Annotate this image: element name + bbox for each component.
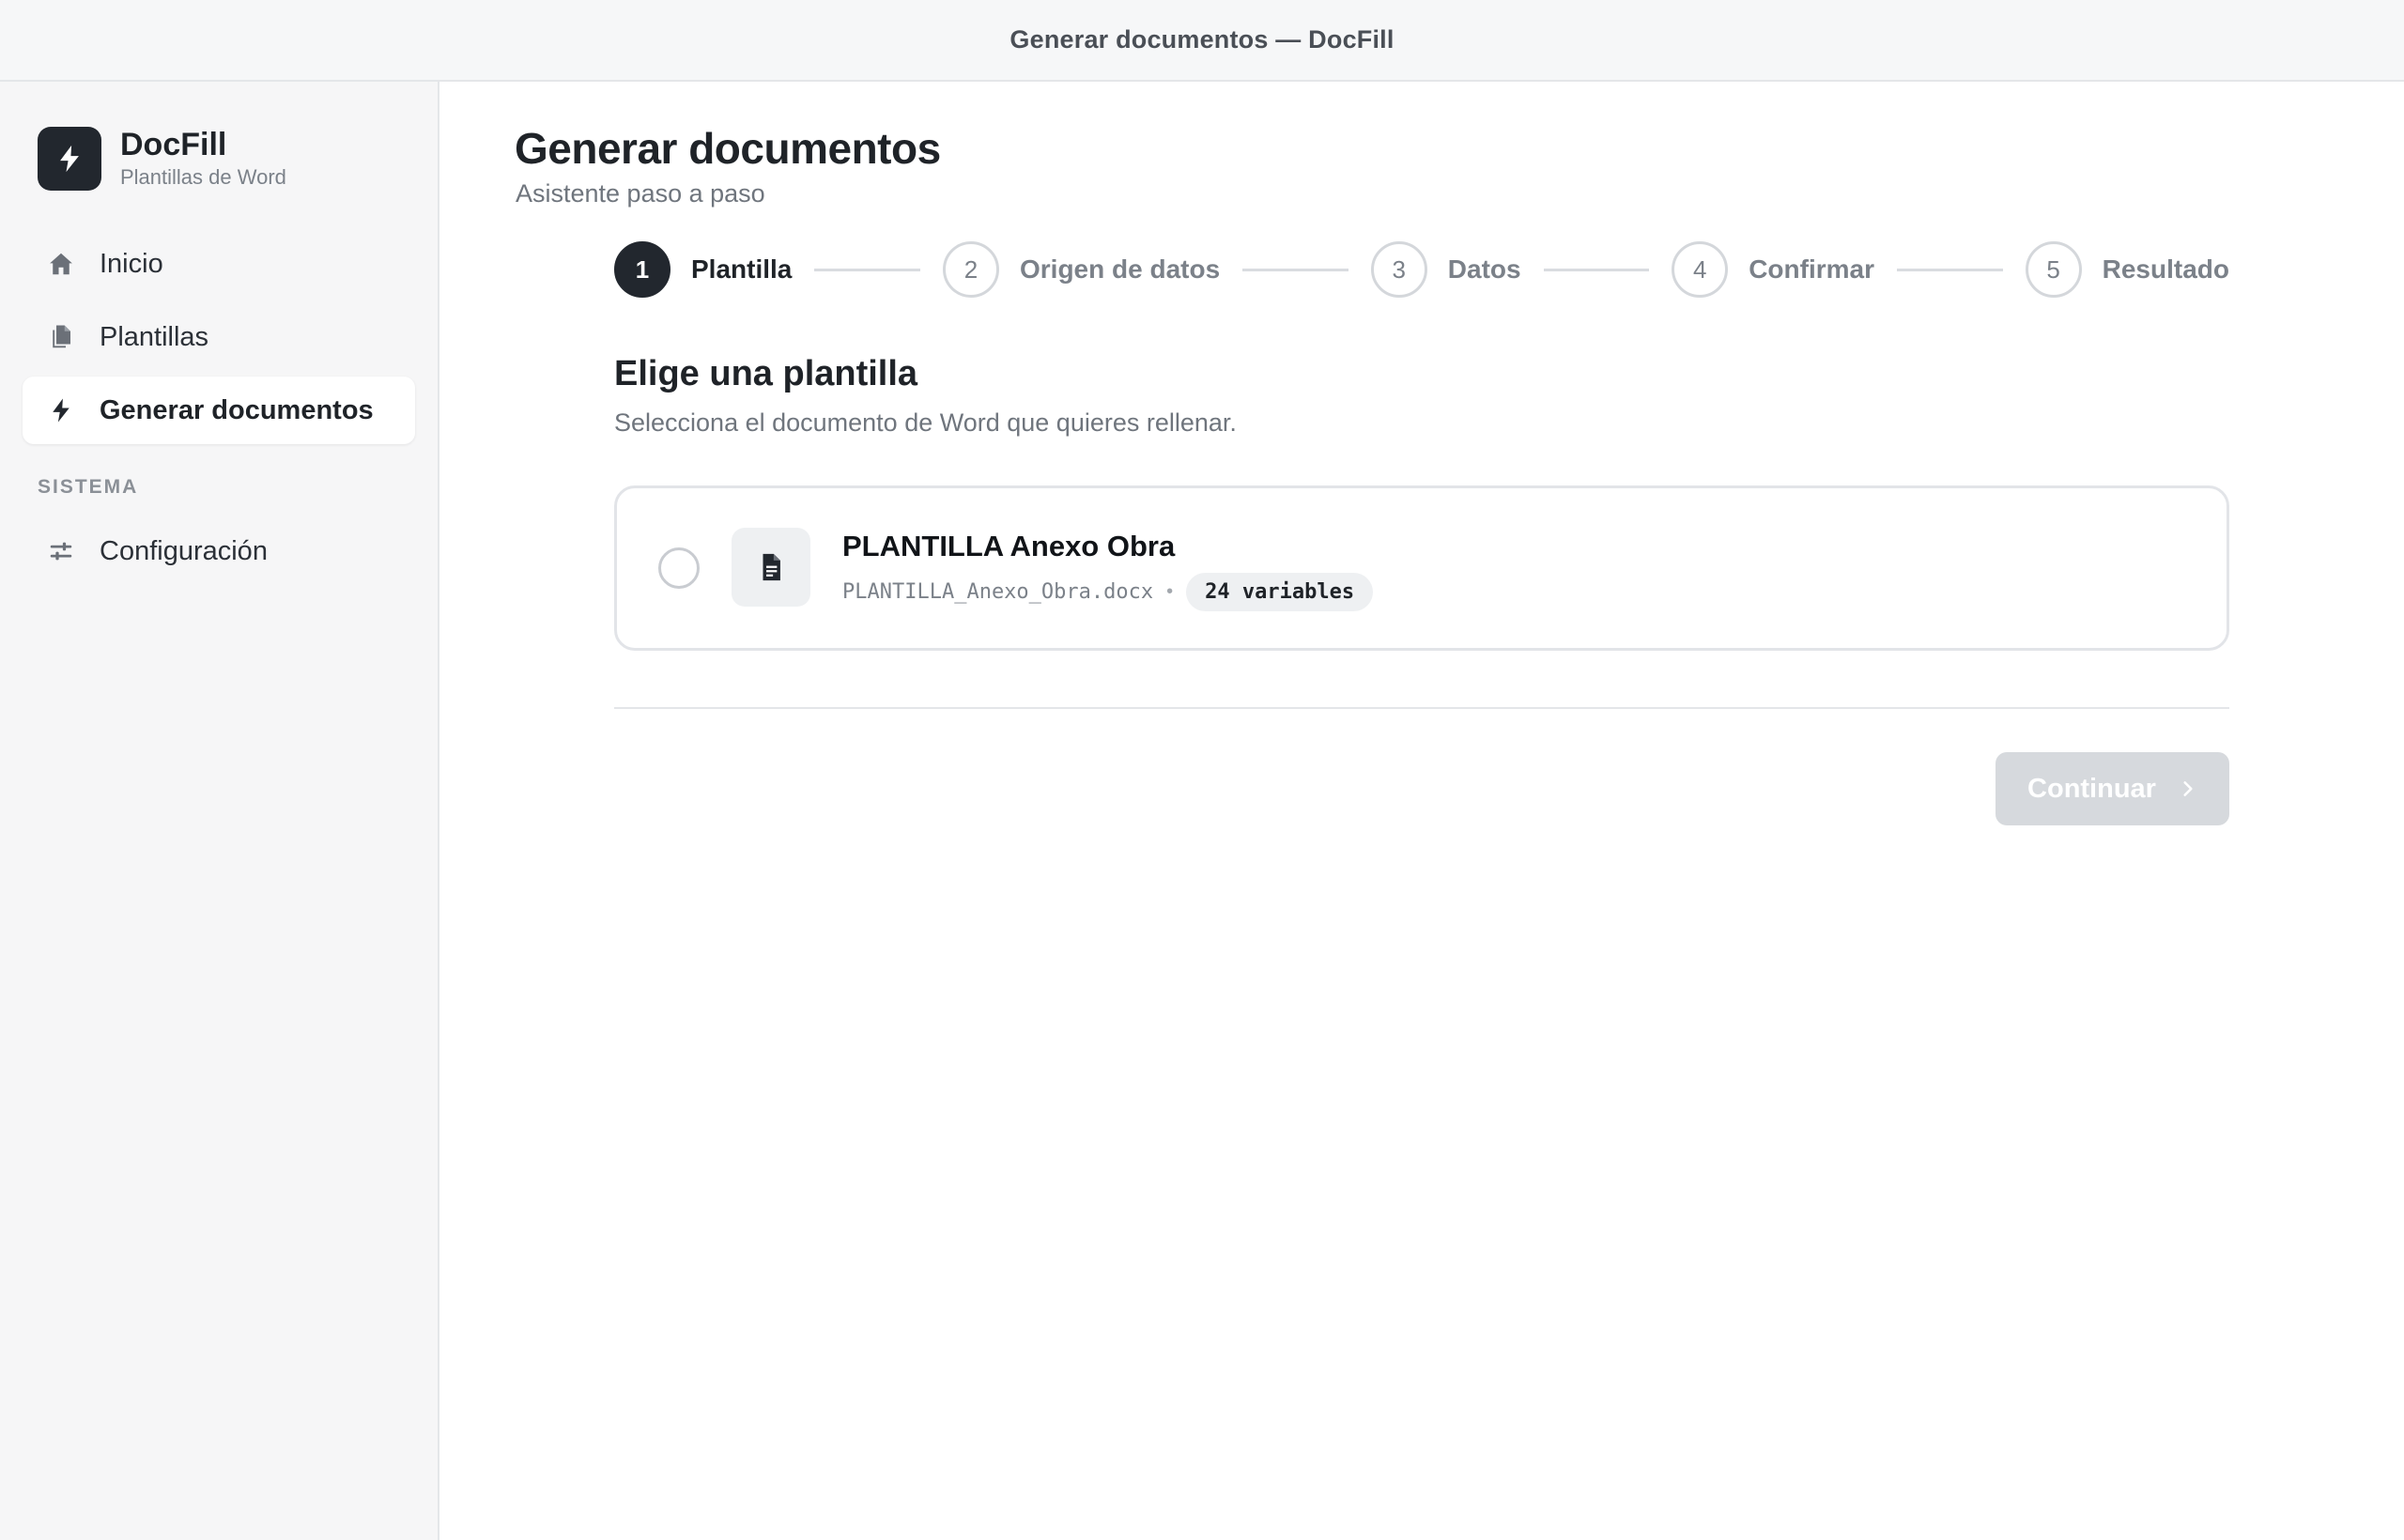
chevron-right-icon: [2179, 779, 2197, 798]
step-number: 1: [614, 241, 670, 298]
step-connector: [1242, 268, 1348, 271]
page-subtitle: Asistente paso a paso: [516, 179, 765, 208]
template-filename: PLANTILLA_Anexo_Obra.docx: [842, 580, 1154, 604]
documents-icon: [45, 321, 77, 353]
section-description: Selecciona el documento de Word que quie…: [614, 408, 1237, 437]
variables-badge: 24 variables: [1186, 573, 1374, 611]
sidebar-item-label: Generar documentos: [100, 394, 374, 425]
sidebar-item-plantillas[interactable]: Plantillas: [23, 303, 415, 371]
step-label: Origen de datos: [1020, 254, 1221, 284]
step-label: Resultado: [2102, 254, 2229, 284]
sidebar-item-label: Configuración: [100, 535, 268, 566]
step-connector: [814, 268, 920, 271]
sidebar-item-generar-documentos[interactable]: Generar documentos: [23, 377, 415, 444]
step-connector: [1543, 268, 1650, 271]
divider: [614, 707, 2229, 709]
step-origen-de-datos: 2 Origen de datos: [943, 241, 1220, 298]
step-label: Confirmar: [1749, 254, 1874, 284]
step-label: Plantilla: [691, 254, 793, 284]
template-card[interactable]: PLANTILLA Anexo Obra PLANTILLA_Anexo_Obr…: [614, 485, 2229, 651]
step-number: 5: [2025, 241, 2082, 298]
sidebar-item-label: Inicio: [100, 248, 163, 279]
step-number: 2: [943, 241, 999, 298]
template-meta: PLANTILLA_Anexo_Obra.docx • 24 variables: [842, 573, 1374, 611]
window-titlebar: Generar documentos — DocFill: [0, 0, 2404, 82]
brand: DocFill Plantillas de Word: [38, 127, 286, 191]
step-number: 4: [1672, 241, 1729, 298]
step-resultado: 5 Resultado: [2025, 241, 2229, 298]
step-confirmar: 4 Confirmar: [1672, 241, 1874, 298]
bolt-icon: [45, 394, 77, 426]
step-datos: 3 Datos: [1370, 241, 1521, 298]
wizard-stepper: 1 Plantilla 2 Origen de datos 3 Datos 4 …: [614, 241, 2229, 298]
section-title: Elige una plantilla: [614, 354, 918, 393]
sliders-icon: [45, 535, 77, 567]
main-content: Generar documentos Asistente paso a paso…: [441, 82, 2404, 1540]
home-icon: [45, 248, 77, 280]
sidebar-section-label: SISTEMA: [38, 476, 139, 498]
sidebar: DocFill Plantillas de Word Inicio Planti…: [0, 82, 439, 1540]
sidebar-item-inicio[interactable]: Inicio: [23, 230, 415, 298]
meta-separator: •: [1166, 581, 1174, 602]
step-plantilla: 1 Plantilla: [614, 241, 792, 298]
template-radio[interactable]: [658, 547, 700, 589]
brand-name: DocFill: [120, 127, 227, 162]
page-title: Generar documentos: [515, 124, 941, 173]
brand-subtitle: Plantillas de Word: [120, 165, 286, 189]
template-name: PLANTILLA Anexo Obra: [842, 530, 1176, 562]
step-label: Datos: [1447, 254, 1521, 284]
step-number: 3: [1370, 241, 1427, 298]
continue-button[interactable]: Continuar: [1996, 752, 2229, 825]
file-icon: [732, 528, 810, 607]
continue-button-label: Continuar: [2027, 773, 2156, 804]
sidebar-item-label: Plantillas: [100, 321, 209, 352]
sidebar-item-configuracion[interactable]: Configuración: [23, 517, 415, 585]
window-title: Generar documentos — DocFill: [1009, 25, 1395, 54]
bolt-icon: [38, 127, 101, 191]
step-connector: [1897, 268, 2003, 271]
